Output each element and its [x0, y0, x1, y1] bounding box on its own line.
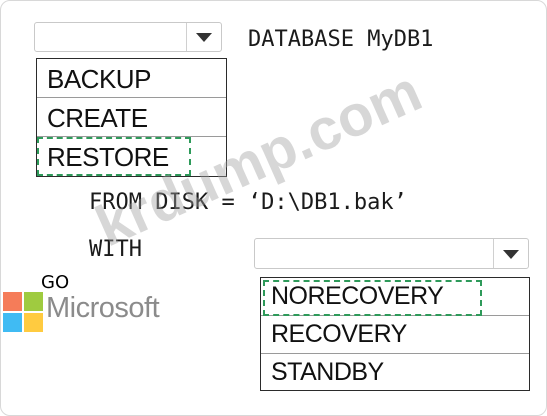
statement-type-dropdown[interactable]: [34, 22, 222, 52]
option-create[interactable]: CREATE: [37, 98, 226, 137]
from-disk-clause: FROM DISK = ‘D:\DB1.bak’: [89, 190, 407, 215]
option-standby[interactable]: STANDBY: [261, 354, 529, 392]
option-recovery[interactable]: RECOVERY: [261, 316, 529, 354]
chevron-down-icon: [503, 250, 519, 259]
selection-highlight: [37, 137, 191, 176]
go-keyword: GO: [41, 272, 70, 293]
option-norecovery[interactable]: NORECOVERY: [261, 278, 529, 316]
option-backup[interactable]: BACKUP: [37, 59, 226, 98]
statement-type-options: BACKUP CREATE RESTORE: [36, 58, 227, 177]
chevron-down-icon: [196, 33, 212, 42]
option-label: RECOVERY: [271, 320, 407, 348]
database-clause: DATABASE MyDB1: [248, 27, 434, 52]
dropdown-toggle-button[interactable]: [493, 239, 528, 268]
recovery-option-options: NORECOVERY RECOVERY STANDBY: [260, 277, 530, 391]
selection-highlight: [263, 280, 482, 316]
dropdown-toggle-button[interactable]: [186, 23, 221, 51]
with-keyword: WITH: [89, 237, 142, 262]
option-restore[interactable]: RESTORE: [37, 137, 226, 176]
option-label: CREATE: [47, 103, 148, 133]
recovery-option-dropdown[interactable]: [254, 238, 529, 269]
option-label: BACKUP: [47, 64, 151, 94]
microsoft-wordmark: Microsoft: [46, 292, 160, 324]
question-panel: DATABASE MyDB1 BACKUP CREATE RESTORE FRO…: [0, 0, 547, 416]
option-label: STANDBY: [271, 358, 384, 386]
microsoft-logo-icon: [3, 292, 43, 332]
